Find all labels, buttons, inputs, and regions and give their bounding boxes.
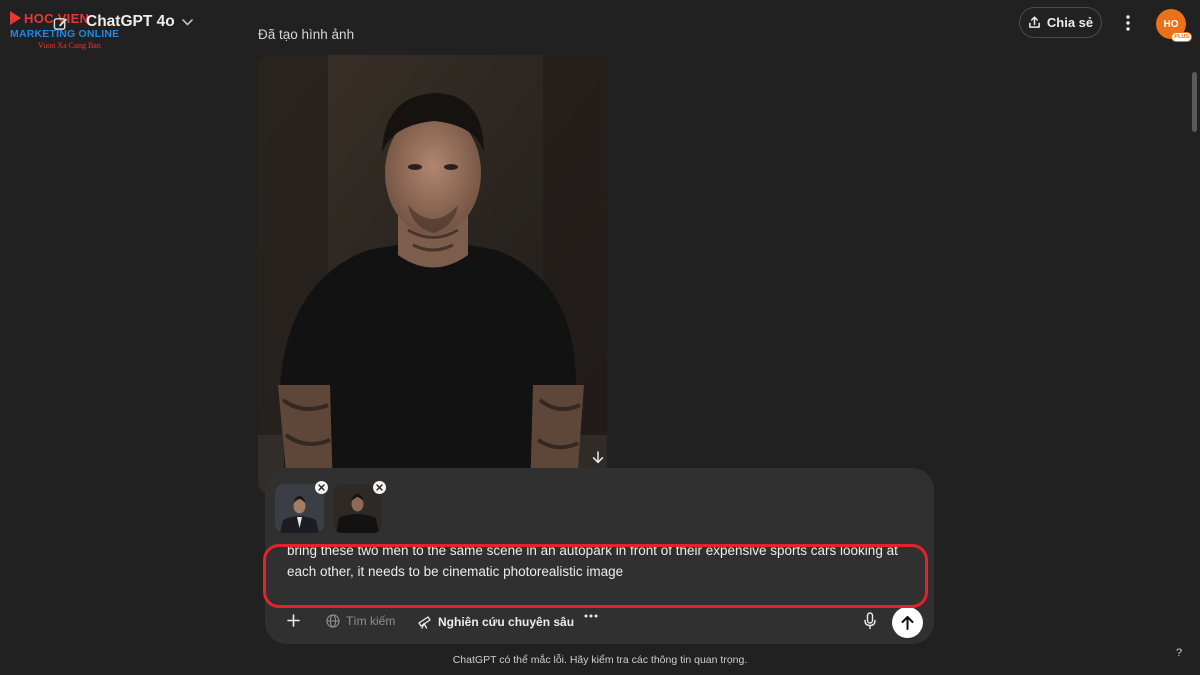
arrow-up-icon [901, 616, 914, 630]
share-label: Chia sẻ [1046, 15, 1094, 30]
share-button[interactable]: Chia sẻ [1019, 7, 1102, 38]
close-icon [318, 484, 325, 491]
search-tool-label: Tìm kiếm [346, 614, 396, 628]
deep-research-label: Nghiên cứu chuyên sâu [438, 614, 575, 629]
more-options-button[interactable] [1118, 12, 1138, 34]
disclaimer-text: ChatGPT có thể mắc lỗi. Hãy kiểm tra các… [452, 654, 748, 666]
plus-icon [287, 614, 300, 627]
prompt-highlight-annotation [263, 544, 928, 608]
play-icon [10, 11, 21, 25]
telescope-icon [418, 616, 431, 629]
globe-icon [326, 614, 340, 628]
microphone-icon[interactable] [863, 612, 877, 630]
model-selector[interactable]: ChatGPT 4o [86, 13, 193, 31]
download-button[interactable] [587, 446, 609, 468]
avatar-initials: HO [1163, 18, 1179, 30]
edit-icon[interactable] [53, 16, 68, 31]
more-tools-button[interactable] [584, 614, 598, 618]
logo-slogan: Vuon Xa Cung Ban [38, 41, 101, 50]
deep-research-button[interactable]: Nghiên cứu chuyên sâu [417, 614, 574, 629]
search-tool-button[interactable]: Tìm kiếm [326, 614, 395, 628]
scrollbar-thumb[interactable] [1192, 72, 1197, 132]
remove-attachment-button[interactable] [315, 481, 328, 494]
send-button[interactable] [892, 607, 923, 638]
more-vertical-icon [1126, 15, 1130, 31]
help-button[interactable]: ? [1176, 647, 1182, 659]
add-attachment-button[interactable] [287, 614, 300, 627]
share-icon [1028, 16, 1040, 28]
model-name: ChatGPT 4o [86, 13, 175, 30]
generated-image[interactable] [258, 55, 607, 495]
download-icon [592, 450, 604, 463]
remove-attachment-button[interactable] [373, 481, 386, 494]
avatar[interactable]: HO PLUS [1156, 9, 1192, 42]
more-horizontal-icon [584, 614, 598, 618]
image-generated-label: Đã tạo hình ảnh [258, 27, 355, 42]
chevron-down-icon [181, 19, 193, 26]
close-icon [376, 484, 383, 491]
plan-badge: PLUS [1171, 32, 1192, 42]
